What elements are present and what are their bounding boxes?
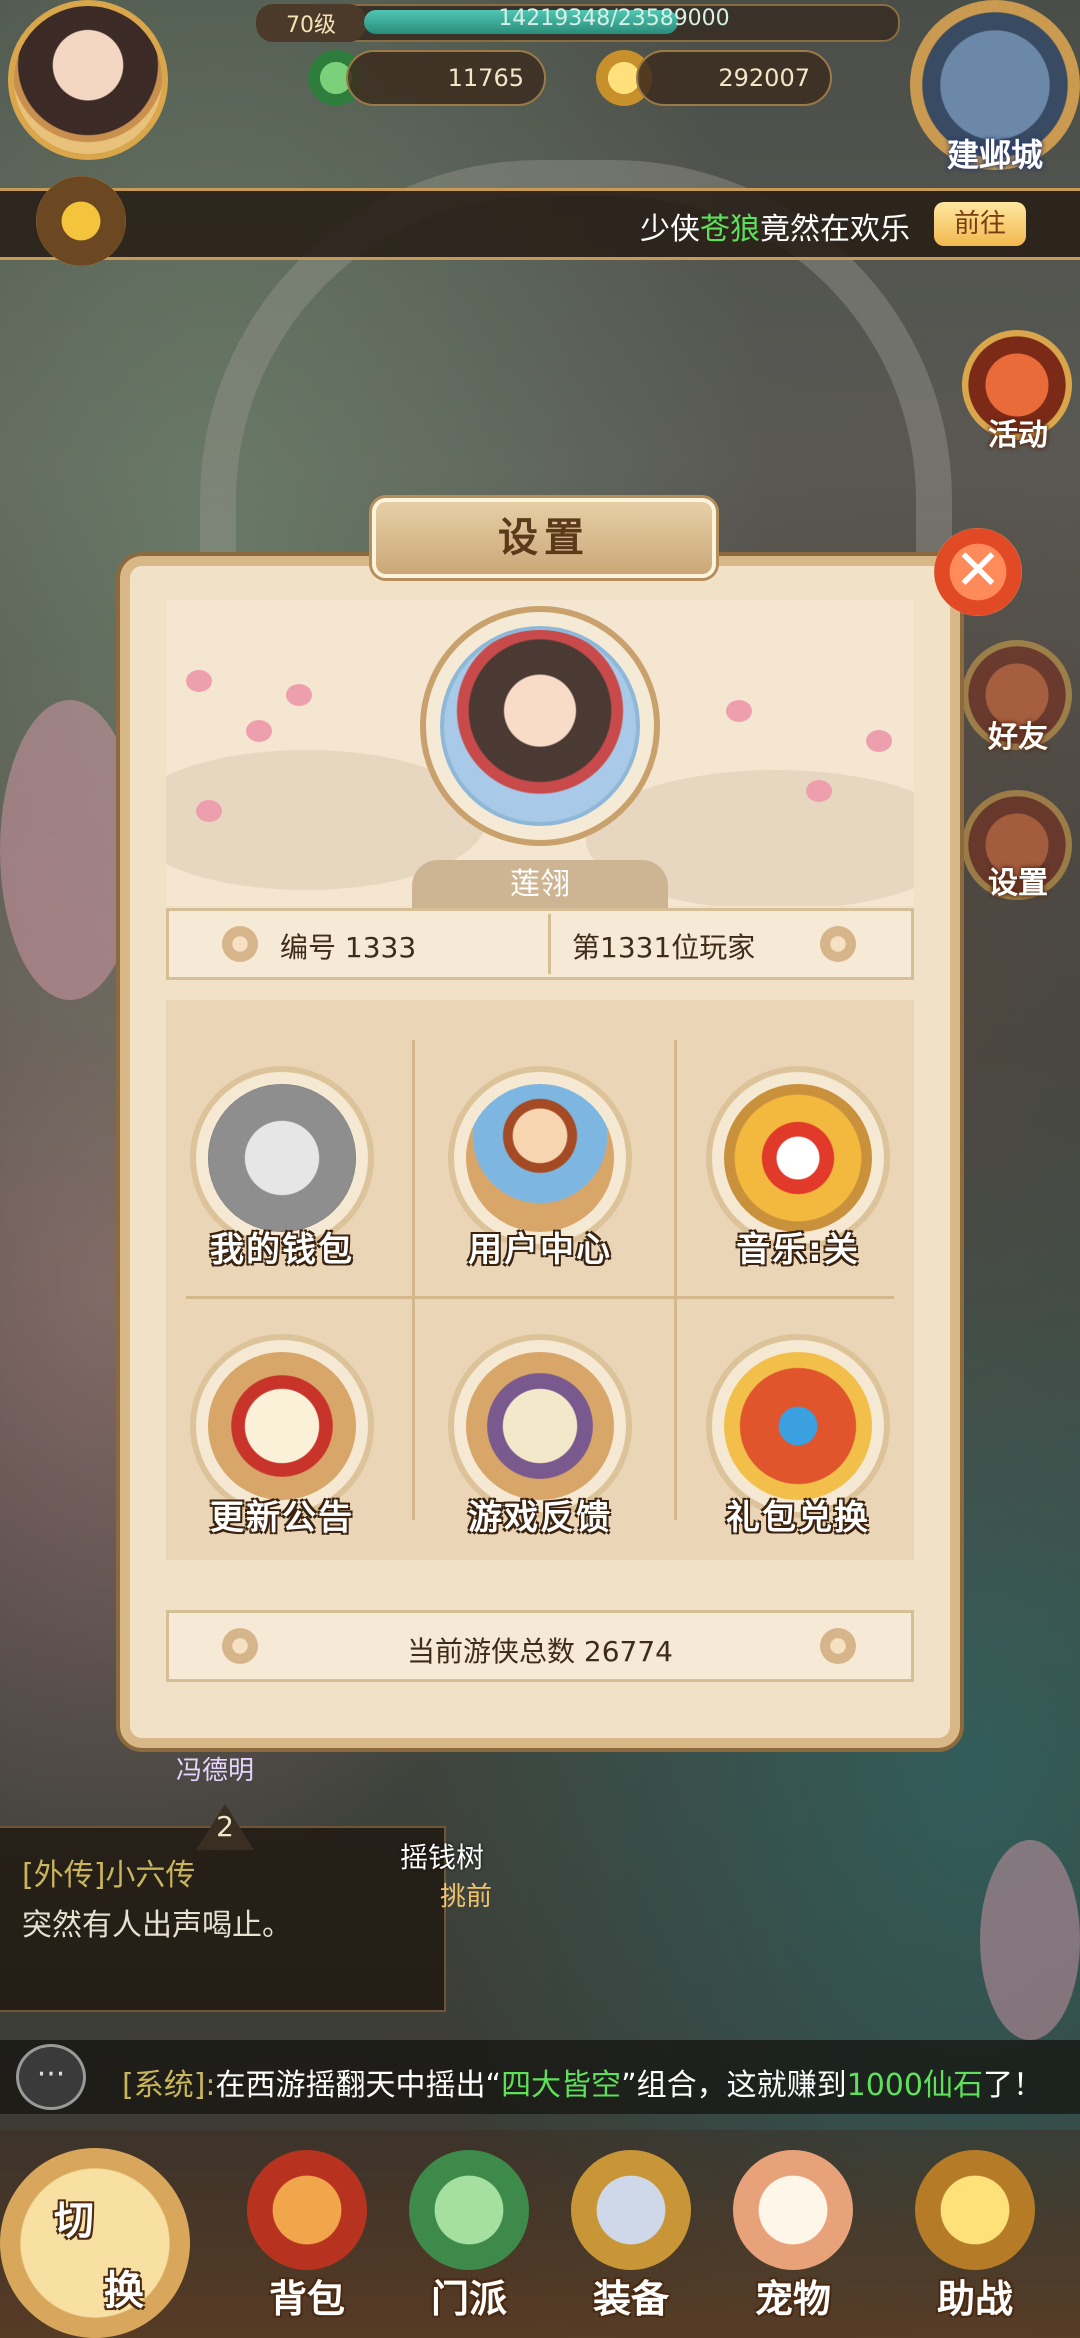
nav-sect[interactable]: 门派 bbox=[394, 2150, 544, 2321]
player-name: 莲翎 bbox=[412, 860, 668, 910]
music-off-icon bbox=[724, 1084, 872, 1232]
total-players-text: 当前游侠总数 26774 bbox=[407, 1635, 673, 1668]
player-avatar[interactable] bbox=[8, 0, 168, 160]
nav-pet-label: 宠物 bbox=[754, 2277, 831, 2321]
nav-equip[interactable]: 装备 bbox=[556, 2150, 706, 2321]
money-bag-icon bbox=[208, 1084, 356, 1232]
feedback-label: 游戏反馈 bbox=[468, 1498, 612, 1538]
close-button[interactable]: ✕ bbox=[934, 528, 1022, 616]
scroll-icon bbox=[208, 1352, 356, 1500]
npc-name[interactable]: 冯德明 bbox=[176, 1750, 254, 1787]
player-portrait bbox=[440, 626, 640, 826]
user-figure-icon bbox=[466, 1084, 614, 1232]
flower-icon bbox=[820, 1628, 856, 1664]
flower-icon bbox=[820, 926, 856, 962]
sword-shield-icon bbox=[571, 2150, 691, 2270]
assist-cauldron-icon bbox=[915, 2150, 1035, 2270]
grid-divider bbox=[674, 1040, 677, 1520]
close-icon: ✕ bbox=[954, 538, 1002, 603]
update-notice-label: 更新公告 bbox=[210, 1498, 354, 1538]
npc-name[interactable]: 挑前 bbox=[440, 1876, 492, 1913]
gift-bag-icon bbox=[724, 1352, 872, 1500]
speech-bubble-icon[interactable]: ··· bbox=[16, 2044, 86, 2110]
switch-label-1: 切 bbox=[54, 2198, 94, 2244]
story-text: 突然有人出声喝止。 bbox=[22, 1908, 292, 1943]
announcement-bar bbox=[0, 188, 1080, 260]
chat-message: [系统]:在西游摇翻天中摇出“四大皆空”组合，这就赚到1000仙石了！ bbox=[122, 2068, 1043, 2103]
player-id: 编号 1333 bbox=[280, 931, 417, 964]
grid-divider bbox=[186, 1296, 894, 1299]
pet-cat-icon bbox=[733, 2150, 853, 2270]
horn-icon[interactable] bbox=[36, 176, 126, 266]
nav-equip-label: 装备 bbox=[592, 2277, 669, 2321]
book-quill-icon bbox=[466, 1352, 614, 1500]
friends-label: 好友 bbox=[988, 720, 1048, 755]
grid-divider bbox=[412, 1040, 415, 1520]
user-center-label: 用户中心 bbox=[468, 1230, 612, 1270]
jade-count: 11765 bbox=[346, 50, 546, 106]
exp-text: 14219348/23589000 bbox=[498, 6, 730, 31]
gift-redeem-label: 礼包兑换 bbox=[726, 1498, 870, 1538]
announcement-text: 少侠苍狼竟然在欢乐 bbox=[640, 212, 910, 247]
money-tree-label[interactable]: 摇钱树 bbox=[400, 1836, 484, 1876]
music-label: 音乐:关 bbox=[736, 1230, 860, 1270]
player-rank: 第1331位玩家 bbox=[572, 931, 756, 964]
switch-label-2: 换 bbox=[104, 2268, 144, 2314]
nav-assist[interactable]: 助战 bbox=[900, 2150, 1050, 2321]
backpack-icon bbox=[247, 2150, 367, 2270]
activity-label: 活动 bbox=[988, 418, 1048, 453]
nav-bag[interactable]: 背包 bbox=[232, 2150, 382, 2321]
goto-button[interactable]: 前往 bbox=[934, 202, 1026, 246]
nav-pet[interactable]: 宠物 bbox=[718, 2150, 868, 2321]
level-badge: 70级 bbox=[256, 4, 366, 42]
settings-side-label: 设置 bbox=[988, 866, 1048, 901]
build-city-label: 建邺城 bbox=[946, 136, 1043, 174]
nav-assist-label: 助战 bbox=[936, 2277, 1013, 2321]
blossom-tree-left bbox=[0, 700, 140, 1000]
nav-bag-label: 背包 bbox=[268, 2277, 345, 2321]
player-info-row bbox=[166, 908, 914, 980]
story-title: [外传]小六传 bbox=[22, 1858, 196, 1893]
nav-sect-label: 门派 bbox=[430, 2277, 507, 2321]
switch-button[interactable] bbox=[0, 2148, 190, 2338]
flower-icon bbox=[222, 926, 258, 962]
wallet-label: 我的钱包 bbox=[210, 1230, 354, 1270]
dialog-title: 设置 bbox=[372, 498, 716, 578]
info-divider bbox=[548, 914, 551, 974]
gold-count: 292007 bbox=[636, 50, 832, 106]
blossom-tree-right bbox=[980, 1840, 1080, 2040]
sect-icon bbox=[409, 2150, 529, 2270]
